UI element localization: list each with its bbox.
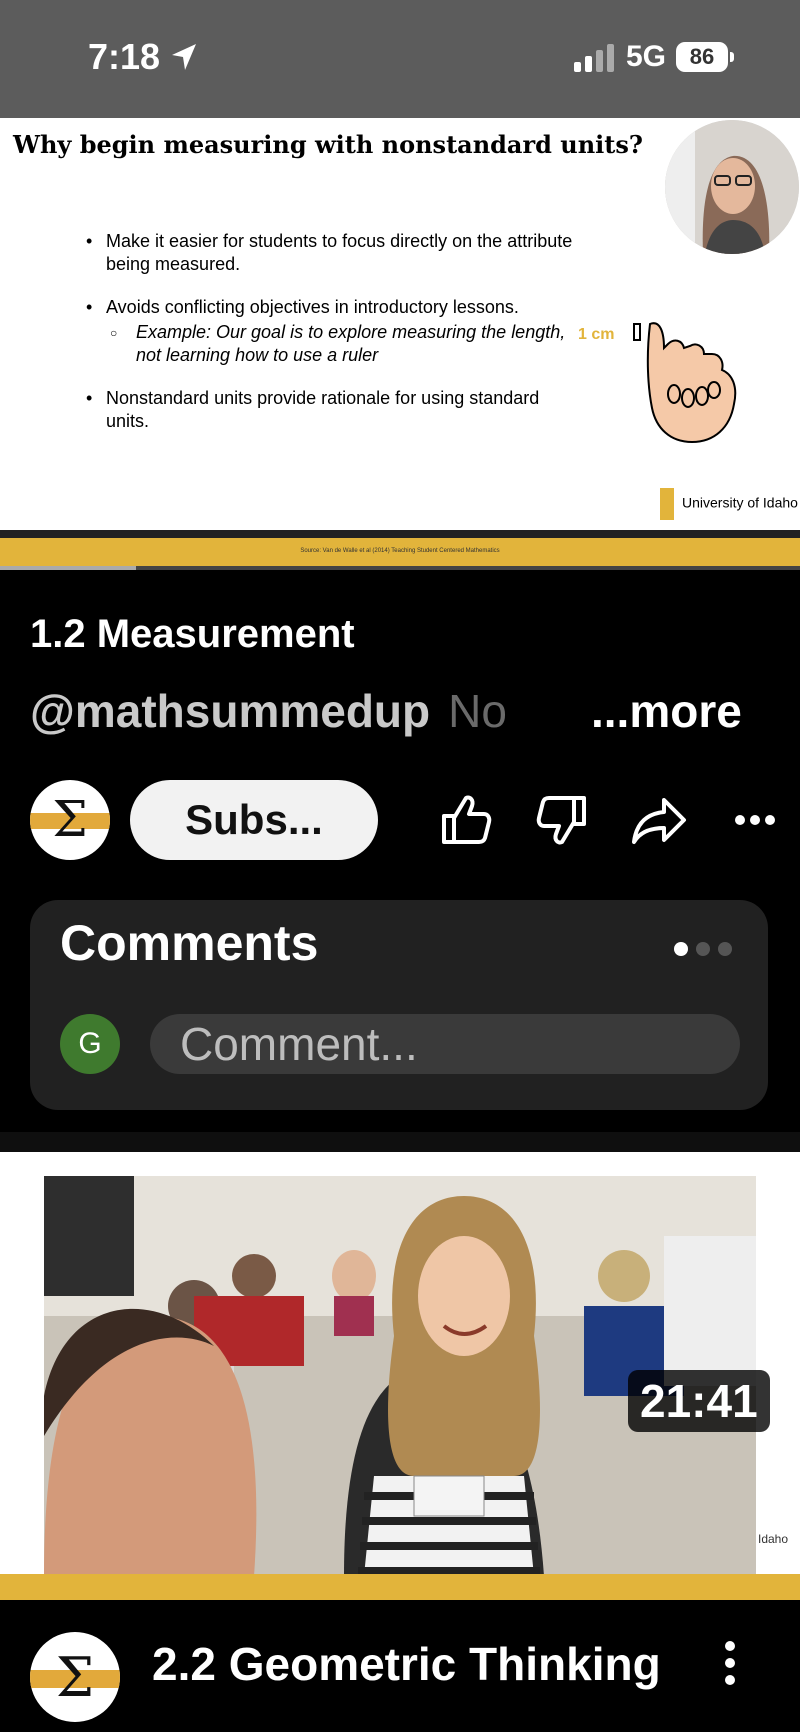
presenter-webcam — [665, 120, 799, 254]
comments-heading: Comments — [60, 915, 319, 971]
slide-bullet: Nonstandard units provide rationale for … — [80, 387, 580, 433]
next-channel-avatar[interactable]: Σ — [30, 1632, 120, 1722]
user-avatar: G — [60, 1014, 120, 1074]
slide-source: Source: Van de Walle et al (2014) Teachi… — [0, 538, 800, 568]
hand-illustration-icon — [633, 322, 737, 444]
description-snippet: No — [448, 685, 507, 737]
slide-bullets: Make it easier for students to focus dir… — [80, 230, 580, 453]
dislike-icon[interactable] — [534, 792, 590, 848]
presenter-icon — [665, 120, 799, 254]
comment-input[interactable]: Comment... — [150, 1014, 740, 1074]
video-player[interactable]: Why begin measuring with nonstandard uni… — [0, 118, 800, 530]
more-actions-icon[interactable] — [734, 808, 776, 832]
sigma-logo-icon: Σ — [55, 1646, 95, 1709]
thumbnail-band — [0, 1574, 800, 1600]
comments-page-dots — [666, 942, 732, 961]
channel-avatar[interactable]: Σ — [30, 780, 110, 860]
unit-label: 1 cm — [578, 326, 615, 343]
battery-level: 86 — [676, 42, 728, 72]
progress-fill — [0, 566, 136, 570]
network-type: 5G — [626, 40, 667, 73]
video-title[interactable]: 1.2 Measurement — [30, 612, 355, 657]
slide-bullet: Avoids conflicting objectives in introdu… — [80, 296, 580, 367]
slide-bullet: Make it easier for students to focus dir… — [80, 230, 580, 276]
comments-panel[interactable]: Comments G Comment... — [30, 900, 768, 1110]
kebab-menu-icon[interactable] — [720, 1640, 740, 1686]
more-link[interactable]: ...more — [585, 684, 742, 738]
status-bar: 7:18 5G 86 — [0, 0, 800, 118]
status-time: 7:18 — [88, 36, 161, 77]
university-i-icon — [660, 488, 674, 520]
slide-strip — [0, 530, 800, 538]
next-video-title[interactable]: 2.2 Geometric Thinking — [152, 1636, 672, 1692]
video-duration-badge: 21:41 — [628, 1370, 770, 1432]
battery-icon — [730, 52, 734, 62]
like-icon[interactable] — [438, 792, 494, 848]
share-icon[interactable] — [630, 792, 688, 848]
channel-handle[interactable]: @mathsummedup — [30, 685, 430, 737]
slide-title: Why begin measuring with nonstandard uni… — [13, 130, 643, 159]
thumbnail-logo-text: Idaho — [758, 1532, 789, 1546]
signal-icon — [574, 44, 614, 72]
subscribe-button[interactable]: Subs... — [130, 780, 378, 860]
section-divider — [0, 1132, 800, 1152]
university-logo: University of Idaho — [660, 488, 798, 520]
video-progress-bar[interactable] — [0, 566, 800, 570]
location-arrow-icon — [172, 44, 196, 70]
sigma-logo-icon: Σ — [52, 790, 88, 848]
slide-sub-bullet: Example: Our goal is to explore measurin… — [108, 321, 580, 367]
